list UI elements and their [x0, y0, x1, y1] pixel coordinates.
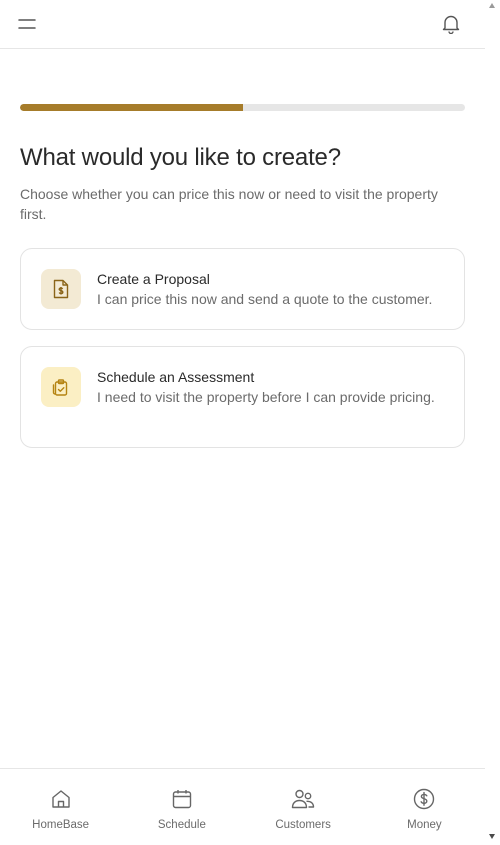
- option-title: Create a Proposal: [97, 271, 210, 287]
- nav-label: HomeBase: [32, 819, 90, 831]
- nav-label: Money: [407, 819, 442, 831]
- nav-item-schedule[interactable]: Schedule: [121, 769, 242, 845]
- bottom-navigation: HomeBase Schedule Customers Money: [0, 768, 485, 845]
- option-description: I can price this now and send a quote to…: [97, 291, 433, 307]
- nav-item-money[interactable]: Money: [364, 769, 485, 845]
- hamburger-menu-icon[interactable]: [16, 14, 38, 34]
- scrollbar[interactable]: [485, 0, 500, 845]
- users-icon: [291, 787, 315, 811]
- document-dollar-icon: [41, 269, 81, 309]
- option-title: Schedule an Assessment: [97, 369, 255, 385]
- dollar-circle-icon: [412, 787, 436, 811]
- page-title: What would you like to create?: [20, 144, 341, 171]
- scroll-up-arrow-icon[interactable]: [489, 3, 495, 8]
- nav-label: Schedule: [157, 819, 206, 831]
- progress-bar-fill: [20, 104, 243, 111]
- progress-bar: [20, 104, 465, 111]
- bell-icon[interactable]: [440, 13, 462, 35]
- page-subtitle: Choose whether you can price this now or…: [20, 186, 438, 222]
- app-container: What would you like to create? Choose wh…: [0, 0, 485, 845]
- create-proposal-option[interactable]: Create a Proposal I can price this now a…: [20, 248, 465, 330]
- clipboard-check-icon: [41, 367, 81, 407]
- home-icon: [49, 787, 73, 811]
- nav-label: Customers: [275, 819, 331, 831]
- nav-item-homebase[interactable]: HomeBase: [0, 769, 121, 845]
- option-description: I need to visit the property before I ca…: [97, 389, 435, 405]
- nav-item-customers[interactable]: Customers: [243, 769, 364, 845]
- calendar-icon: [170, 787, 194, 811]
- top-bar: [0, 0, 485, 49]
- schedule-assessment-option[interactable]: Schedule an Assessment I need to visit t…: [20, 346, 465, 448]
- scroll-down-arrow-icon[interactable]: [489, 834, 495, 839]
